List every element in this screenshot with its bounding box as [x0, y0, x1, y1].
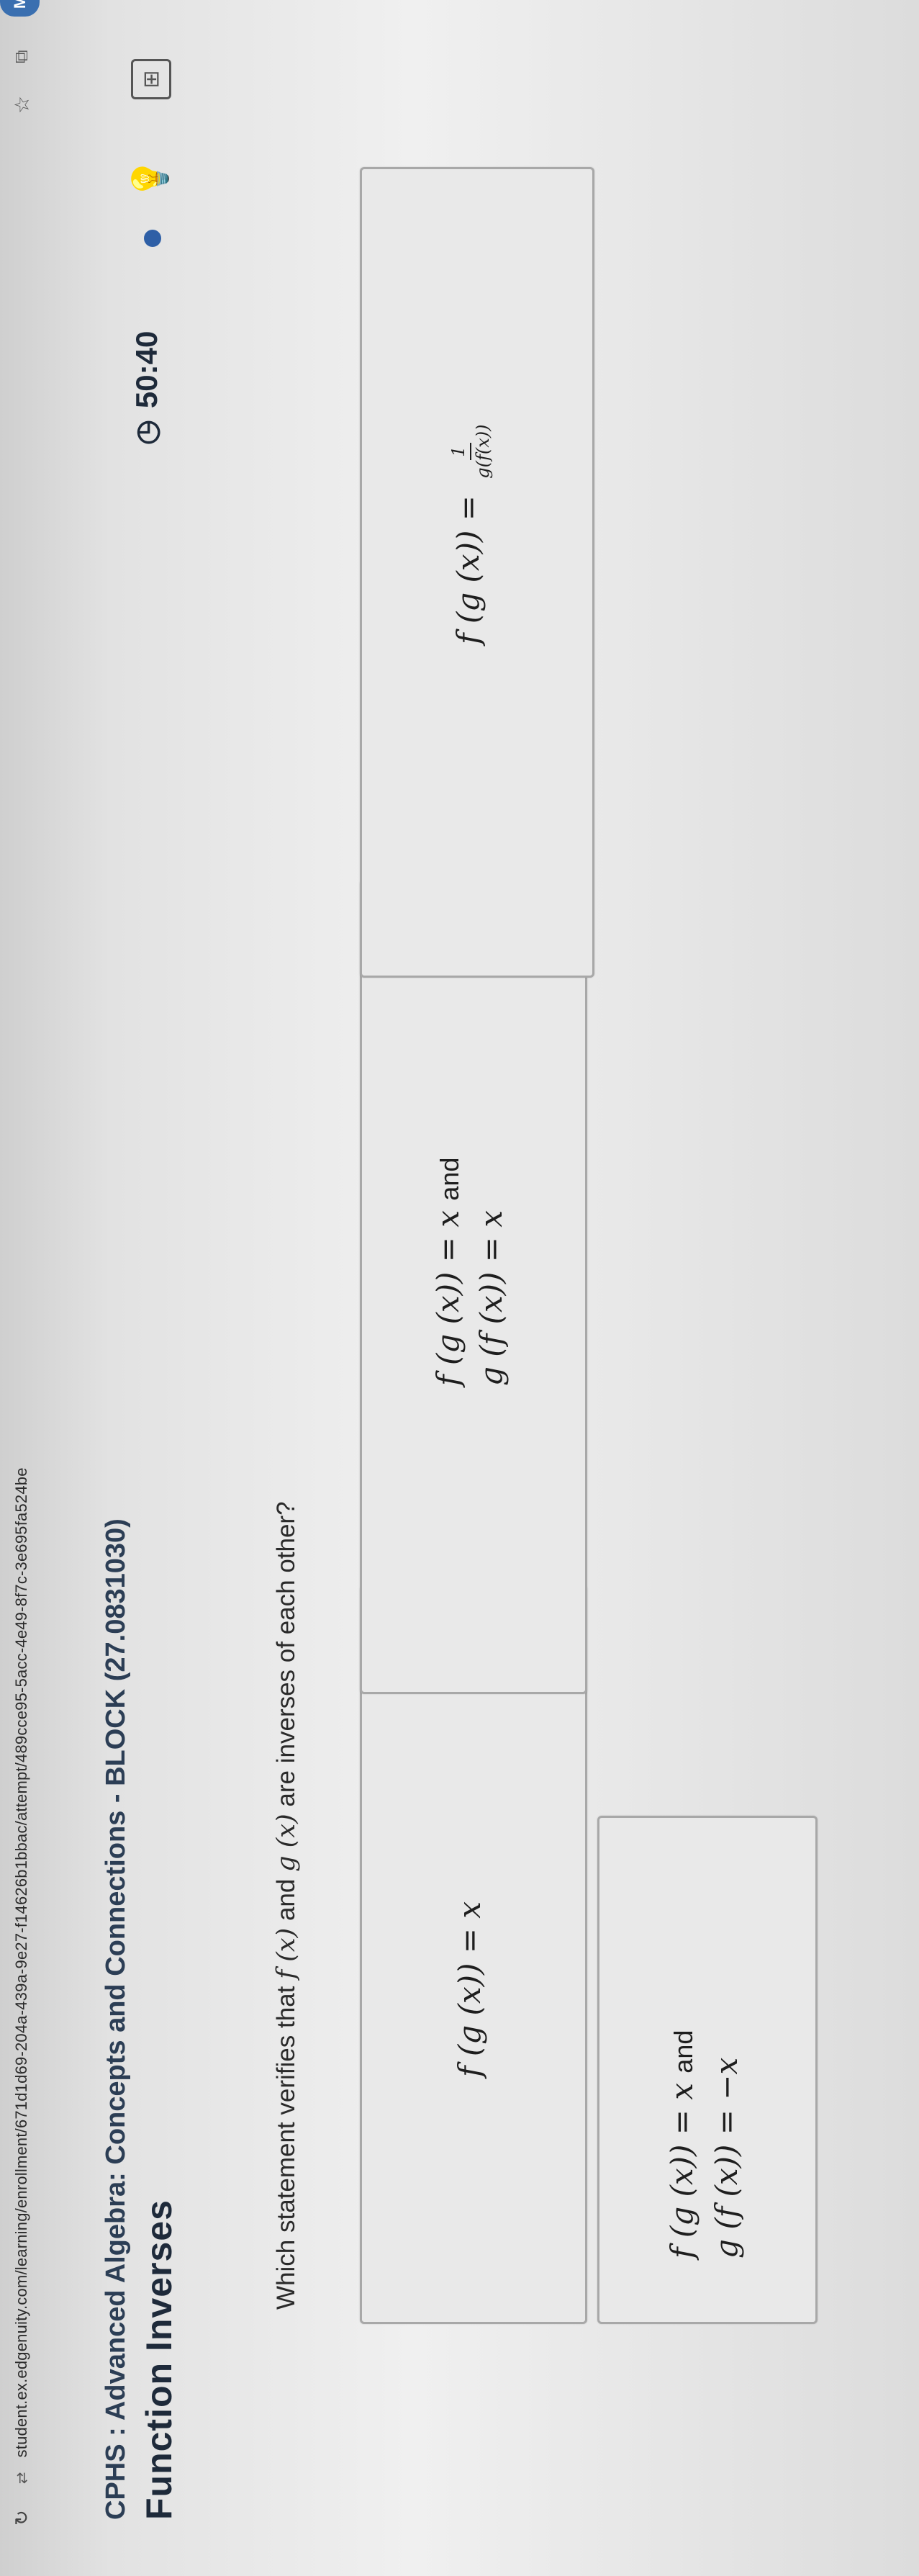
course-title: CPHS : Advanced Algebra: Concepts and Co…: [101, 1518, 131, 2520]
url-text[interactable]: student.ex.edgenuity.com/learning/enroll…: [12, 1467, 31, 2457]
extensions-icon[interactable]: ⧉: [10, 50, 33, 63]
page: ↻ ⇄ student.ex.edgenuity.com/learning/en…: [0, 0, 919, 2576]
answer-option-3[interactable]: f (g (x)) = x and g (f (x)) = −x: [597, 1816, 818, 2324]
option-3-line-1: f (g (x)) = x and: [664, 2030, 700, 2258]
clock-icon: ◷: [131, 420, 163, 445]
question-prompt: Which statement verifies that f (x) and …: [272, 1501, 301, 2310]
option-4-equation: f (g (x)) = 1 g(f(x)): [448, 424, 493, 644]
option-3-line-2: g (f (x)) = −x: [709, 2057, 744, 2258]
browser-address-bar[interactable]: ↻ ⇄ student.ex.edgenuity.com/learning/en…: [0, 0, 43, 2576]
question-and: and: [272, 1878, 300, 1922]
option-4-denominator: g(f(x)): [473, 424, 493, 479]
timer-value: 50:40: [130, 330, 163, 409]
lesson-title: Function Inverses: [139, 2199, 179, 2520]
option-2-and: and: [435, 1157, 464, 1201]
option-4-numerator: 1: [448, 443, 471, 460]
lesson-canvas: ↻ ⇄ student.ex.edgenuity.com/learning/en…: [0, 0, 919, 2576]
calculator-icon[interactable]: ⊞: [131, 59, 171, 99]
option-1-equation: f (g (x)) = x: [452, 1901, 487, 2077]
timer: ◷ 50:40: [130, 331, 164, 445]
site-settings-icon[interactable]: ⇄: [13, 2472, 31, 2484]
status-dot: [144, 230, 161, 247]
question-g-of-x: g (x): [272, 1814, 301, 1872]
option-2-line-1: f (g (x)) = x and: [430, 1157, 466, 1386]
answer-option-4[interactable]: f (g (x)) = 1 g(f(x)): [360, 167, 594, 978]
option-4-fraction: 1 g(f(x)): [448, 425, 493, 479]
hint-bulb-icon[interactable]: 💡: [130, 157, 171, 200]
reload-icon[interactable]: ↻: [11, 2510, 33, 2526]
bookmark-star-icon[interactable]: ☆: [10, 96, 34, 114]
option-3-and: and: [669, 2030, 698, 2073]
option-2-line-2: g (f (x)) = x: [474, 1210, 509, 1386]
question-f-of-x: f (x): [272, 1927, 301, 1979]
question-prefix: Which statement verifies that: [272, 1986, 300, 2310]
answer-option-1[interactable]: f (g (x)) = x: [360, 1585, 587, 2324]
question-suffix: are inverses of each other?: [272, 1501, 300, 1807]
answer-option-2[interactable]: f (g (x)) = x and g (f (x)) = x: [360, 880, 587, 1694]
